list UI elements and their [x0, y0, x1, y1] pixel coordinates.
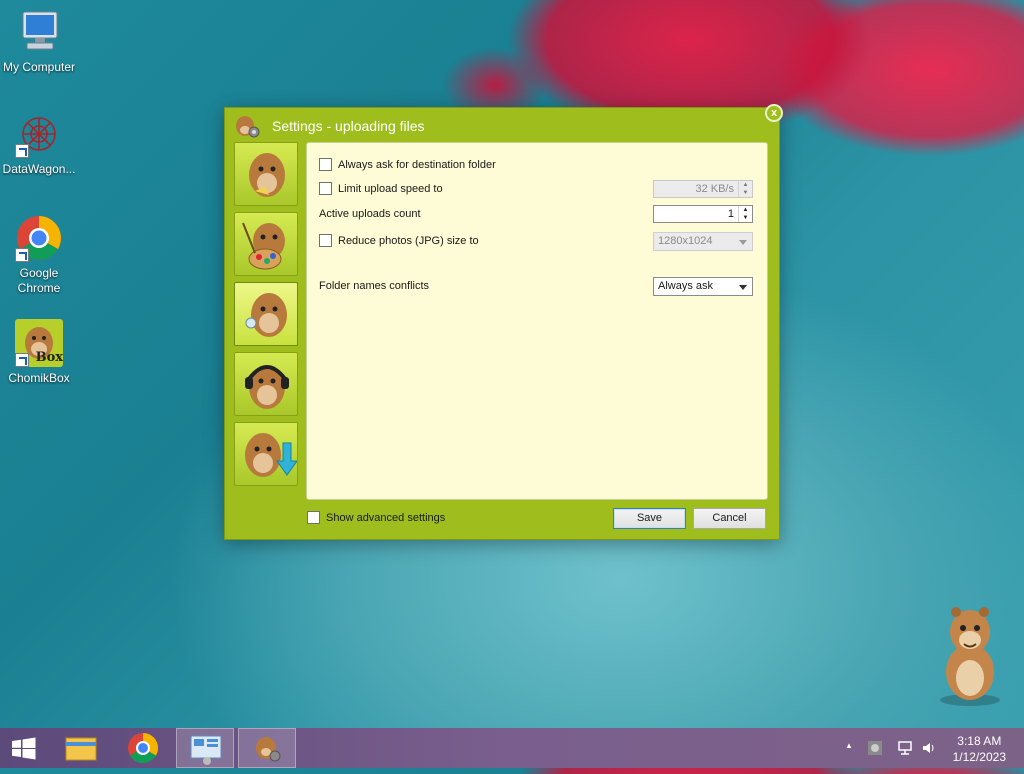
always-ask-row[interactable]: Always ask for destination folder	[319, 158, 496, 171]
sidebar-item-downloading[interactable]	[234, 422, 298, 486]
shortcut-arrow-icon	[15, 353, 29, 367]
taskbar: ▲ 3:18 AM 1/12/2023	[0, 728, 1024, 768]
spinner-up-icon[interactable]: ▲	[739, 181, 752, 189]
sidebar-item-uploading[interactable]	[234, 282, 298, 346]
limit-speed-label: Limit upload speed to	[338, 182, 443, 195]
settings-dialog: Settings - uploading files x Always ask …	[224, 104, 783, 540]
desktop-icon-label: Google Chrome	[17, 266, 61, 295]
downloading-hamster-icon	[245, 433, 297, 477]
hamster-gear-icon	[256, 737, 281, 762]
folder-icon	[65, 737, 97, 761]
shortcut-arrow-icon	[15, 248, 29, 262]
spinner-down-icon[interactable]: ▼	[739, 189, 752, 197]
limit-speed-spinner[interactable]: ▲ ▼	[738, 181, 752, 197]
reduce-photos-row[interactable]: Reduce photos (JPG) size to	[319, 234, 479, 247]
uploading-hamster-icon	[245, 293, 287, 337]
clock[interactable]: 3:18 AM 1/12/2023	[953, 733, 1006, 765]
general-hamster-icon	[249, 153, 285, 197]
desktop-icon-label: ChomikBox	[8, 371, 70, 385]
sidebar-item-appearance[interactable]	[234, 212, 298, 276]
active-uploads-spinner[interactable]: ▲ ▼	[738, 206, 752, 222]
reduce-photos-checkbox[interactable]	[319, 234, 332, 247]
windows-logo-icon	[12, 737, 36, 760]
sidebar-item-general[interactable]	[234, 142, 298, 206]
limit-speed-field[interactable]: 32 KB/s ▲ ▼	[653, 180, 753, 198]
taskbar-control-panel[interactable]	[176, 728, 234, 768]
show-advanced-label: Show advanced settings	[326, 511, 446, 524]
control-panel-icon	[190, 735, 222, 765]
reduce-photos-value: 1280x1024	[658, 235, 713, 247]
settings-panel: Always ask for destination folder Limit …	[306, 142, 768, 500]
save-button[interactable]: Save	[613, 508, 686, 529]
desktop-icon-label: My Computer	[2, 60, 76, 74]
active-uploads-field[interactable]: 1 ▲ ▼	[653, 205, 753, 223]
spinner-down-icon[interactable]: ▼	[739, 214, 752, 222]
shortcut-arrow-icon	[15, 144, 29, 158]
cancel-button[interactable]: Cancel	[693, 508, 766, 529]
chevron-down-icon	[739, 240, 747, 245]
sidebar-item-notifications[interactable]	[234, 352, 298, 416]
notifications-hamster-icon	[245, 365, 289, 409]
taskbar-file-explorer[interactable]	[52, 728, 110, 768]
computer-icon	[15, 8, 63, 56]
chomikbox-badge: Box	[35, 350, 63, 365]
spinner-up-icon[interactable]: ▲	[739, 206, 752, 214]
show-advanced-row[interactable]: Show advanced settings	[307, 511, 445, 524]
folder-conflicts-row: Folder names conflicts	[319, 280, 429, 292]
chrome-icon	[15, 214, 63, 262]
reduce-photos-label: Reduce photos (JPG) size to	[338, 234, 479, 247]
taskbar-chrome[interactable]	[114, 728, 172, 768]
network-icon[interactable]	[897, 740, 913, 756]
limit-speed-checkbox[interactable]	[319, 182, 332, 195]
limit-speed-value: 32 KB/s	[695, 183, 734, 195]
active-uploads-row: Active uploads count	[319, 208, 421, 220]
active-uploads-value: 1	[727, 208, 734, 220]
tray-chevron-icon[interactable]: ▲	[845, 741, 853, 750]
chomikbox-tray-icon[interactable]	[867, 740, 883, 756]
desktop-icon-datawagon[interactable]: DataWagon...	[0, 110, 78, 177]
clock-time: 3:18 AM	[957, 734, 1002, 748]
folder-conflicts-select[interactable]: Always ask	[653, 277, 753, 296]
always-ask-checkbox[interactable]	[319, 158, 332, 171]
dialog-title: Settings - uploading files	[272, 118, 425, 134]
speaker-icon[interactable]	[921, 740, 937, 756]
clock-date: 1/12/2023	[952, 750, 1006, 764]
hamster-gear-icon	[233, 113, 261, 139]
desktop-icon-chomikbox[interactable]: Box ChomikBox	[0, 319, 78, 386]
always-ask-label: Always ask for destination folder	[338, 158, 496, 171]
settings-sidebar	[234, 142, 300, 492]
folder-conflicts-value: Always ask	[658, 280, 714, 292]
taskbar-chomikbox[interactable]	[238, 728, 296, 768]
desktop-icon-google-chrome[interactable]: Google Chrome	[0, 214, 78, 296]
chomikbox-icon: Box	[15, 319, 63, 367]
show-advanced-checkbox[interactable]	[307, 511, 320, 524]
close-button[interactable]: x	[765, 104, 783, 122]
desktop-icon-my-computer[interactable]: My Computer	[0, 8, 78, 75]
folder-conflicts-label: Folder names conflicts	[319, 280, 430, 292]
datawagon-icon	[15, 110, 63, 158]
appearance-hamster-icon	[242, 222, 285, 270]
desktop-icon-label: DataWagon...	[2, 162, 76, 176]
chrome-icon	[128, 733, 159, 764]
start-button[interactable]	[0, 728, 58, 768]
active-uploads-label: Active uploads count	[319, 208, 421, 220]
hamster-mascot-icon[interactable]	[930, 600, 1010, 710]
chevron-down-icon	[739, 285, 747, 290]
reduce-photos-select[interactable]: 1280x1024	[653, 232, 753, 251]
limit-speed-row[interactable]: Limit upload speed to	[319, 182, 443, 195]
dialog-titlebar[interactable]: Settings - uploading files x	[225, 104, 783, 142]
